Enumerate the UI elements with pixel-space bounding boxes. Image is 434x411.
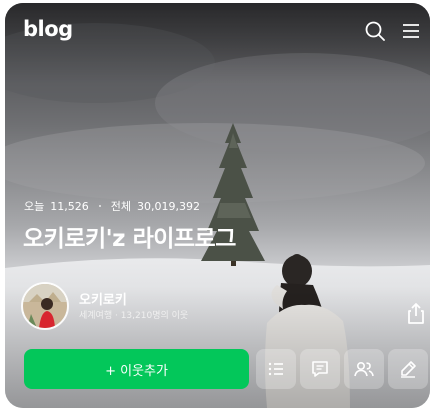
comment-icon — [312, 361, 328, 377]
profile-name[interactable]: 오키로키 — [79, 289, 127, 308]
blog-logo[interactable]: blog — [23, 17, 73, 41]
separator-dot — [98, 205, 101, 207]
write-icon — [401, 361, 416, 378]
top-bar: blog — [5, 3, 430, 59]
share-icon[interactable] — [403, 300, 429, 326]
neighbors-button[interactable] — [344, 349, 384, 389]
total-count: 30,019,392 — [137, 199, 200, 213]
blog-title: 오키로키'z 라이프로그 — [23, 226, 236, 252]
add-neighbor-label: + 이웃추가 — [105, 363, 168, 379]
list-icon — [268, 362, 283, 376]
profile-section — [21, 282, 69, 330]
profile-subtitle: 세계여행 · 13,210명의 이웃 — [79, 311, 189, 321]
today-label: 오늘 — [24, 200, 45, 213]
blog-cover-card: blog 오늘 11,526 전체 30,019,392 오키로키'z 라이프로… — [5, 3, 430, 408]
hamburger-menu-icon[interactable] — [397, 17, 425, 45]
today-count: 11,526 — [50, 199, 89, 213]
add-neighbor-button[interactable]: + 이웃추가 — [24, 349, 249, 389]
search-icon[interactable] — [361, 17, 389, 45]
neighbors-icon — [354, 361, 374, 377]
total-label: 전체 — [110, 200, 131, 213]
visitor-stats: 오늘 11,526 전체 30,019,392 — [24, 198, 200, 214]
comment-button[interactable] — [300, 349, 340, 389]
avatar[interactable] — [21, 282, 69, 330]
list-button[interactable] — [256, 349, 296, 389]
write-button[interactable] — [388, 349, 428, 389]
